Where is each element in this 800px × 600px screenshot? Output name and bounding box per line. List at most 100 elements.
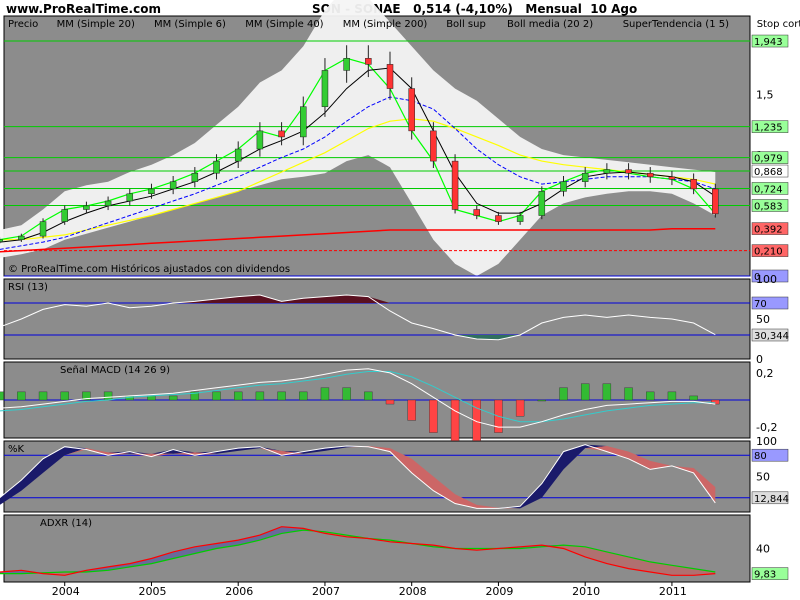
candle-11 [234,148,242,162]
rsi-label: RSI (13) [8,282,48,293]
macd-histogram-bar-20 [429,399,438,433]
candle-13 [278,130,285,138]
rsi-y-tick-0: 100 [756,273,777,286]
rsi-panel [3,278,751,360]
adx-panel [3,514,751,583]
chart-canvas: Precio MM (Simple 20) MM (Simple 6) MM (Sim… [0,0,800,598]
stoch-y-tick-1: 50 [756,471,770,484]
candle-6 [126,193,134,202]
x-tick-label-3: 2007 [312,585,340,598]
macd-histogram-bar-1 [17,391,26,401]
macd-histogram-bar-2 [38,391,48,401]
macd-histogram-bar-0 [0,391,4,401]
candle-18 [386,64,394,89]
price-value-label-1: 1,235 [754,123,783,134]
macd-histogram-bar-14 [299,391,308,401]
candle-29 [625,169,632,174]
candle-12 [256,130,264,150]
macd-histogram-bar-17 [364,391,373,401]
candle-24 [516,215,524,222]
x-tick-label-2: 2006 [225,585,253,598]
legend-item-0: Precio [8,19,38,30]
price-value-label-4: 0,724 [754,184,783,195]
macd-y-tick-0: 0,2 [756,367,774,380]
candle-25 [538,191,546,216]
legend-item-7: SuperTendencia (1 5) [623,19,729,30]
price-value-label-7: 0,210 [754,247,783,258]
price-value-label-2: 0,979 [754,154,783,165]
macd-histogram-bar-15 [320,387,330,401]
macd-histogram-bar-27 [580,383,590,401]
adx-y-tick-0: 40 [756,543,770,556]
candle-7 [148,188,155,195]
x-tick-label-1: 2005 [138,585,166,598]
x-tick-label-6: 2010 [572,585,600,598]
candle-31 [668,176,676,180]
macd-histogram-bar-30 [646,391,655,401]
legend-item-5: Boll sup [446,19,486,30]
candle-15 [321,70,329,107]
candle-10 [213,160,220,174]
candle-5 [104,200,112,207]
candle-16 [343,58,350,71]
candle-22 [473,209,481,216]
candle-30 [646,172,654,178]
macd-label: Señal MACD (14 26 9) [60,365,170,376]
price-value-label-5: 0,583 [754,201,783,212]
macd-histogram-bar-32 [689,395,698,401]
candle-32 [690,179,697,190]
x-tick-label-7: 2011 [659,585,687,598]
legend-item-1: MM (Simple 20) [57,19,135,30]
macd-histogram-bar-16 [342,387,351,401]
rsi-y-tick-2: 0 [756,353,763,366]
macd-histogram-bar-5 [103,391,113,401]
stoch-y-tick-0: 100 [756,435,777,448]
legend-item-2: MM (Simple 6) [154,19,226,30]
adx-label: ADXR (14) [40,518,92,529]
macd-histogram-bar-10 [212,391,221,401]
rsi-value-label-0: 70 [754,299,767,310]
candle-14 [300,106,307,138]
macd-y-tick-1: -0,2 [756,421,777,434]
macd-histogram-bar-21 [450,399,460,441]
adx-value-label-0: 9,83 [754,570,776,581]
candle-9 [191,172,199,182]
macd-histogram-bar-24 [515,399,525,417]
candle-1 [18,235,25,240]
macd-histogram-bar-12 [255,391,265,401]
price-value-label-0: 1,943 [754,37,783,48]
candle-19 [408,88,415,132]
price-footer: © ProRealTime.com Históricos ajustados c… [8,263,290,275]
legend-item-6: Boll media (20 2) [507,19,593,30]
macd-histogram-bar-19 [407,399,416,421]
macd-histogram-bar-26 [559,387,568,401]
legend-item-8: Stop corto [757,19,800,30]
legend-item-4: MM (Simple 200) [343,19,428,30]
macd-histogram-bar-31 [667,391,677,401]
macd-histogram-bar-3 [60,391,69,401]
x-tick-label-4: 2008 [399,585,427,598]
candle-27 [581,172,589,182]
candle-3 [61,209,68,222]
candle-21 [451,160,459,210]
macd-histogram-bar-25 [537,399,547,402]
candle-0 [0,239,3,242]
stoch-label: %K [8,444,25,455]
candle-8 [169,181,177,190]
stoch-value-label-0: 80 [754,451,767,462]
candle-2 [39,221,47,237]
macd-histogram-bar-11 [234,391,243,401]
candle-28 [603,169,611,174]
price-y-tick-0: 1,5 [756,89,774,102]
macd-histogram-bar-29 [624,387,633,401]
candle-4 [83,205,90,210]
candle-33 [712,188,719,215]
stoch-panel [3,440,751,513]
macd-histogram-bar-8 [168,395,178,401]
price-value-label-3: 0,868 [754,167,783,178]
legend-item-3: MM (Simple 40) [245,19,323,30]
x-tick-label-0: 2004 [52,585,80,598]
rsi-value-label-1: 30,344 [754,331,789,342]
candle-17 [365,58,372,65]
macd-histogram-bar-18 [385,399,395,405]
